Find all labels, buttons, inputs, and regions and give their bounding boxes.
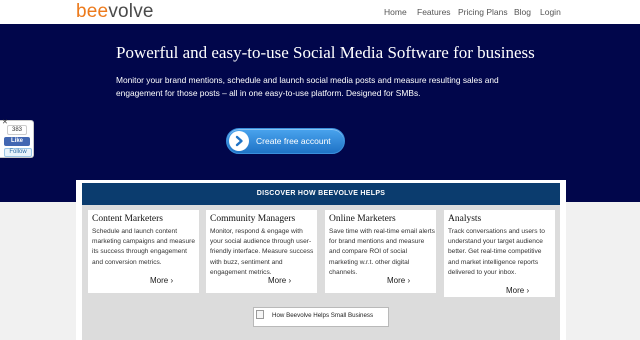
helps-small-business-image: How Beevolve Helps Small Business <box>253 307 389 327</box>
logo-part-volve: volve <box>108 1 154 22</box>
hero-description: Monitor your brand mentions, schedule an… <box>116 75 499 98</box>
nav-home[interactable]: Home <box>384 7 407 17</box>
create-account-label: Create free account <box>256 136 331 146</box>
more-link[interactable]: More › <box>268 276 291 285</box>
card-text: Track conversations and users to underst… <box>448 228 545 276</box>
follow-label: Follow <box>9 149 27 155</box>
card-title: Community Managers <box>210 214 296 224</box>
twitter-follow-button[interactable]: Follow <box>4 148 32 157</box>
card-title: Content Marketers <box>92 214 163 224</box>
social-share-widget: ✕ 383 Like Follow <box>0 118 34 158</box>
card-title: Online Marketers <box>329 214 396 224</box>
broken-image-icon <box>256 310 264 319</box>
nav-features[interactable]: Features <box>417 7 451 17</box>
card-community-managers: Community Managers Monitor, respond & en… <box>206 210 317 293</box>
more-link[interactable]: More › <box>506 286 529 295</box>
card-analysts: Analysts Track conversations and users t… <box>444 210 555 297</box>
helps-heading: DISCOVER HOW BEEVOLVE HELPS <box>256 190 386 197</box>
helps-heading-bar: DISCOVER HOW BEEVOLVE HELPS <box>82 183 560 205</box>
create-account-button[interactable]: Create free account <box>226 128 345 154</box>
nav-pricing-plans[interactable]: Pricing Plans <box>458 7 508 17</box>
card-title: Analysts <box>448 214 482 224</box>
logo[interactable]: beevolve <box>76 1 154 23</box>
chevron-right-icon <box>229 131 249 151</box>
top-bar: beevolve Home Features Pricing Plans Blo… <box>0 0 640 24</box>
logo-part-bee: bee <box>76 1 109 22</box>
nav-blog[interactable]: Blog <box>514 7 531 17</box>
nav-login[interactable]: Login <box>540 7 561 17</box>
hero-section: Powerful and easy-to-use Social Media So… <box>0 24 640 202</box>
like-count: 383 <box>7 125 27 135</box>
more-link[interactable]: More › <box>387 276 410 285</box>
hero-title: Powerful and easy-to-use Social Media So… <box>116 43 535 62</box>
card-text: Schedule and launch content marketing ca… <box>92 228 195 266</box>
like-label: Like <box>10 138 23 144</box>
card-content-marketers: Content Marketers Schedule and launch co… <box>88 210 199 293</box>
card-text: Monitor, respond & engage with your soci… <box>210 228 314 276</box>
facebook-like-button[interactable]: Like <box>4 137 30 146</box>
more-link[interactable]: More › <box>150 276 173 285</box>
card-text: Save time with real-time email alerts fo… <box>329 228 435 276</box>
card-online-marketers: Online Marketers Save time with real-tim… <box>325 210 436 293</box>
image-alt-text: How Beevolve Helps Small Business <box>272 312 374 319</box>
